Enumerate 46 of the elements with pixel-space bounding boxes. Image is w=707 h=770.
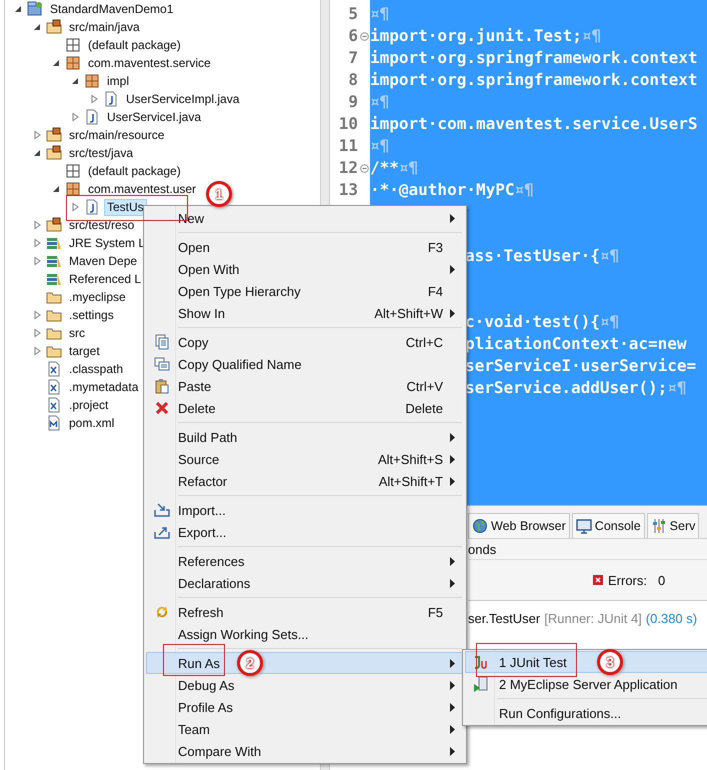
line-end-mark: ¤¶ [370, 136, 390, 154]
line-number: 8 [348, 70, 358, 88]
line-number: 12 [338, 158, 358, 176]
line-end-mark: ¤¶ [600, 246, 620, 264]
errors-count: 0 [658, 572, 666, 588]
line-number: 10 [338, 114, 358, 132]
line-end-mark: ¤¶ [582, 26, 602, 44]
shortcut-text: Alt+Shift+S [378, 452, 444, 466]
errors-label: Errors: [608, 572, 647, 588]
code-line: serServiceI·userService= [465, 356, 696, 374]
shortcut-text: Alt+Shift+W [374, 306, 444, 320]
shortcut-text: F3 [428, 240, 444, 254]
line-number: 6 [348, 26, 358, 44]
code-line: ·*·@author·MyPC [370, 180, 514, 198]
shortcut-text: Delete [405, 400, 444, 416]
line-number: 11 [338, 136, 358, 154]
shortcut-text: F5 [428, 604, 444, 620]
code-line: c·void·test(){ [465, 312, 600, 330]
shortcut-text: Ctrl+C [406, 334, 444, 350]
line-end-mark: ¤¶ [370, 4, 390, 22]
status-text: onds [468, 542, 496, 556]
code-line: import·com.maventest.service.UserS [370, 114, 698, 132]
shortcut-text: Alt+Shift+T [378, 474, 444, 488]
line-end-mark: ¤¶ [514, 180, 534, 198]
elapsed-time: (0.380 s) [646, 610, 698, 626]
code-line: ass·TestUser·{ [465, 246, 600, 264]
step-marker: 1 [206, 180, 232, 206]
code-line: plicationContext·ac=new [465, 334, 687, 352]
runner-text: [Runner: JUnit 4] [544, 610, 642, 626]
shortcut-text: F4 [428, 284, 444, 298]
line-end-mark: ¤¶ [370, 92, 390, 110]
code-line: import·org.junit.Test; [370, 26, 582, 44]
code-line: import·org.springframework.context [370, 70, 698, 88]
step-marker: 3 [597, 649, 623, 675]
shortcut-text: Ctrl+V [406, 378, 444, 394]
code-line: import·org.springframework.context [370, 48, 698, 66]
line-end-mark: ¤¶ [667, 378, 687, 396]
line-end-mark: ¤¶ [398, 158, 418, 176]
line-number: 7 [348, 48, 358, 66]
code-line: /** [370, 158, 399, 176]
code-line: serService.addUser(); [465, 378, 668, 396]
line-number: 9 [348, 92, 358, 110]
step-marker: 2 [237, 650, 263, 676]
line-number: 13 [338, 180, 358, 198]
line-end-mark: ¤¶ [600, 312, 620, 330]
line-number: 5 [348, 4, 358, 22]
